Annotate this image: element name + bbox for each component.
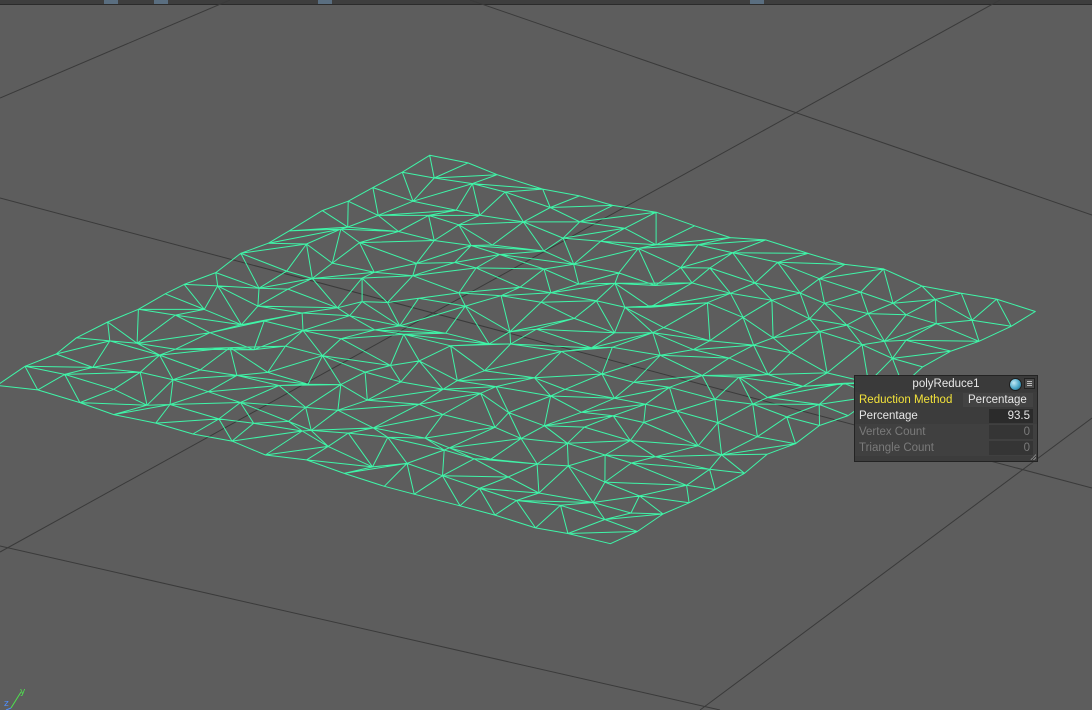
vertex-count-field: 0: [989, 425, 1033, 439]
reduction-method-value[interactable]: Percentage: [963, 393, 1033, 407]
axis-indicator: y z: [4, 688, 28, 710]
hud-row-label: Percentage: [859, 410, 918, 422]
hud-header[interactable]: polyReduce1: [855, 376, 1037, 392]
percentage-field[interactable]: 93.5: [989, 409, 1033, 423]
mesh-wire-path: [0, 154, 1036, 545]
hud-row-vertex-count: Vertex Count 0: [855, 424, 1037, 440]
wireframe-mesh[interactable]: [0, 154, 1036, 545]
axis-z-label: z: [4, 699, 9, 709]
hud-row-reduction-method[interactable]: Reduction Method Percentage: [855, 392, 1037, 408]
hud-row-label: Vertex Count: [859, 426, 926, 438]
viewport-3d[interactable]: polyReduce1 Reduction Method Percentage …: [0, 0, 1092, 710]
scene-canvas[interactable]: [0, 0, 1092, 710]
orb-icon[interactable]: [1009, 378, 1022, 391]
triangle-count-field: 0: [989, 441, 1033, 455]
resize-grip-icon[interactable]: [1030, 454, 1036, 460]
hud-row-triangle-count: Triangle Count 0: [855, 440, 1037, 456]
hud-title: polyReduce1: [912, 378, 980, 390]
hud-row-label: Reduction Method: [859, 394, 953, 406]
polyreduce-hud-panel[interactable]: polyReduce1 Reduction Method Percentage …: [854, 375, 1038, 462]
hud-row-percentage[interactable]: Percentage 93.5: [855, 408, 1037, 424]
hud-row-label: Triangle Count: [859, 442, 935, 454]
menu-icon[interactable]: [1024, 378, 1035, 389]
axis-y-label: y: [20, 687, 26, 697]
